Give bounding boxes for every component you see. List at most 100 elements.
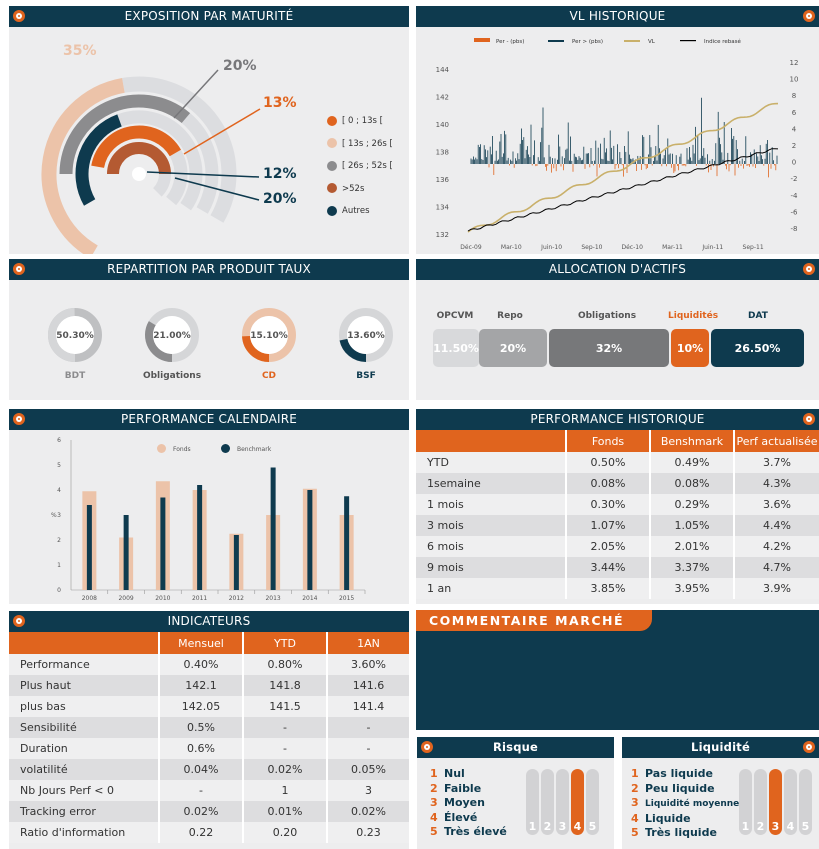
- maturite-center: [132, 167, 146, 181]
- repartition-header: REPARTITION PAR PRODUIT TAUX: [9, 259, 409, 280]
- table-row: Plus haut 142.1 141.8 141.6: [9, 675, 409, 696]
- table-cell: 0.08%: [649, 473, 734, 494]
- vl-right-tick: 4: [792, 125, 797, 133]
- table-cell: 0.29%: [649, 494, 734, 515]
- vl-left-tick: 136: [436, 176, 450, 184]
- table-row: YTD 0.50% 0.49% 3.7%: [416, 452, 819, 473]
- svg-text:Per - (pbs): Per - (pbs): [496, 39, 524, 45]
- vl-title: VL HISTORIQUE: [569, 9, 666, 23]
- vl-header: VL HISTORIQUE: [416, 6, 819, 27]
- legend-item: [ 13s ; 26s [: [327, 133, 393, 156]
- vl-right-tick: -6: [791, 208, 799, 216]
- table-row: Ratio d'information 0.22 0.20 0.23: [9, 822, 409, 843]
- repartition-donuts: 50.30% BDT 21.00% Obligations 15.10% CD 13.60%…: [48, 308, 393, 381]
- donut-label: CD: [262, 371, 276, 381]
- perf-cal-xtick: 2008: [82, 595, 97, 602]
- vl-line-chart: Per - (pbs) Per > (pbs) VL Indice rebasé…: [436, 38, 799, 251]
- table-cell: 4.4%: [733, 515, 819, 536]
- table-row: 6 mois 2.05% 2.01% 4.2%: [416, 536, 819, 557]
- perf-cal-bar-chart: Fonds Benchmark % 0 1 2 3 4 5 6 2008 2009 2010 201…: [51, 437, 366, 602]
- table-row: Nb Jours Perf < 0-13: [9, 780, 409, 801]
- commentaire-header: COMMENTAIRE MARCHÉ: [416, 610, 652, 631]
- alloc-bar-opcvm: 11.50%: [433, 329, 479, 367]
- vl-right-tick: -8: [791, 225, 798, 233]
- donut-label: BDT: [65, 371, 86, 381]
- table-row: Sensibilité 0.5% - -: [9, 717, 409, 738]
- maturite-label-20-bottom: 20%: [263, 191, 297, 207]
- vl-x-tick: Sep-10: [581, 244, 602, 251]
- perf-cal-ytick: 3: [57, 512, 61, 519]
- vl-right-tick: -4: [791, 192, 799, 200]
- table-cell: 1.07%: [565, 515, 650, 536]
- table-cell: Plus haut: [9, 675, 159, 696]
- allocation-panel: ALLOCATION D'ACTIFS OPCVM Repo Obligatio…: [416, 259, 819, 400]
- table-row: Performance 0.40% 0.80% 3.60%: [9, 654, 409, 675]
- table-cell: Tracking error: [9, 801, 159, 822]
- table-cell: 142.1: [158, 675, 243, 696]
- perf-cal-ytick: 0: [57, 587, 61, 594]
- liquidite-scale-pill: 5: [799, 769, 812, 835]
- table-cell: 3.95%: [649, 578, 734, 599]
- liquidite-scale-pill: 3: [769, 769, 782, 835]
- brand-logo-icon: [13, 263, 25, 275]
- table-row: Tracking error 0.02% 0.01% 0.02%: [9, 801, 409, 822]
- legend-item: Autres: [327, 200, 393, 223]
- maturite-panel: EXPOSITION PAR MATURITÉ 35% 20% 13% 12% …: [9, 6, 409, 254]
- legend-item: >52s: [327, 178, 393, 201]
- perf-cal-ylabel: %: [51, 512, 57, 519]
- perf-cal-xtick: 2011: [192, 595, 207, 602]
- brand-logo-icon: [803, 10, 815, 22]
- table-cell: 0.02%: [326, 801, 409, 822]
- perf-cal-xtick: 2013: [265, 595, 280, 602]
- col-header: 1AN: [326, 632, 409, 654]
- perf-cal-xtick: 2010: [155, 595, 170, 602]
- perf-cal-panel: PERFORMANCE CALENDAIRE Fonds Benchmark %…: [9, 409, 409, 604]
- brand-logo-icon: [803, 263, 815, 275]
- table-cell: 0.05%: [326, 759, 409, 780]
- table-cell: 4.3%: [733, 473, 819, 494]
- table-cell: 0.01%: [242, 801, 327, 822]
- donut-value: 15.10%: [250, 331, 288, 341]
- liquidite-item: 4 Liquide: [631, 811, 691, 825]
- table-cell: 0.20: [242, 822, 327, 843]
- maturite-ring-track: [152, 173, 171, 197]
- vl-x-tick: Déc-10: [621, 244, 643, 251]
- allocation-header: ALLOCATION D'ACTIFS: [416, 259, 819, 280]
- vl-x-tick: Sep-11: [743, 244, 764, 251]
- brand-logo-icon: [13, 615, 25, 627]
- vl-x-tick: Juin-10: [540, 244, 562, 251]
- table-cell: 6 mois: [416, 536, 566, 557]
- table-cell: 0.6%: [158, 738, 243, 759]
- table-row: 9 mois 3.44% 3.37% 4.7%: [416, 557, 819, 578]
- commentaire-panel: COMMENTAIRE MARCHÉ: [416, 610, 819, 730]
- table-cell: 142.05: [158, 696, 243, 717]
- vl-right-tick: 0: [792, 159, 796, 167]
- table-cell: 1 an: [416, 578, 566, 599]
- liquidite-item: 5 Très liquide: [631, 826, 717, 839]
- alloc-bar-liquidites: 10%: [671, 329, 709, 367]
- vl-left-tick: 144: [436, 66, 450, 74]
- maturite-ring-track: [165, 149, 188, 206]
- table-row: 3 mois 1.07% 1.05% 4.4%: [416, 515, 819, 536]
- vl-left-tick: 140: [436, 121, 449, 129]
- table-cell: 9 mois: [416, 557, 566, 578]
- table-cell: 0.49%: [649, 452, 734, 473]
- svg-text:Indice rebasé: Indice rebasé: [704, 38, 742, 45]
- repartition-panel: REPARTITION PAR PRODUIT TAUX 50.30% BDT 21…: [9, 259, 409, 400]
- allocation-title: ALLOCATION D'ACTIFS: [548, 262, 687, 276]
- repartition-title: REPARTITION PAR PRODUIT TAUX: [107, 262, 311, 276]
- perf-cal-ytick: 1: [57, 562, 61, 569]
- alloc-label-dat: DAT: [748, 311, 768, 321]
- col-header: Benshmark: [649, 430, 734, 452]
- perf-cal-xtick: 2012: [229, 595, 244, 602]
- liquidite-scale-pill: 4: [784, 769, 797, 835]
- perf-cal-header: PERFORMANCE CALENDAIRE: [9, 409, 409, 430]
- col-header: [416, 430, 566, 452]
- brand-logo-icon: [13, 413, 25, 425]
- alloc-bar-obligations: 32%: [549, 329, 669, 367]
- table-cell: -: [242, 717, 327, 738]
- table-cell: 1semaine: [416, 473, 566, 494]
- donut-value: 21.00%: [153, 331, 191, 341]
- vl-x-tick: Mar-10: [501, 244, 522, 251]
- col-header: [9, 632, 159, 654]
